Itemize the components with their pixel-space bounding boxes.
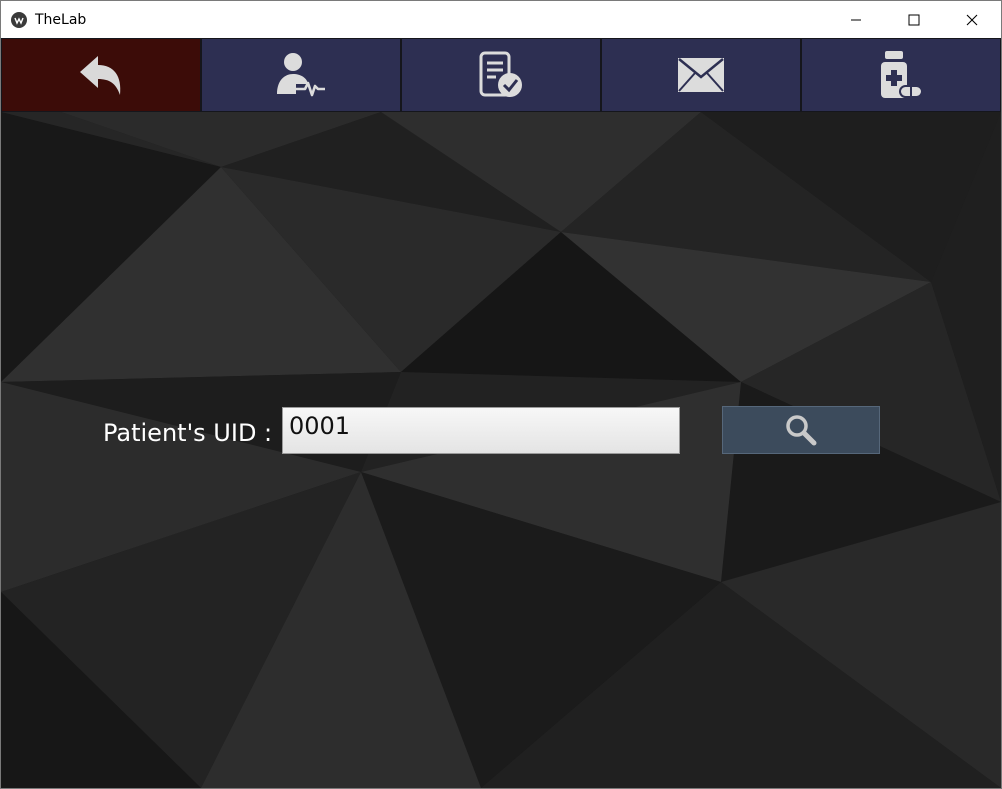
main-toolbar — [1, 38, 1001, 112]
maximize-icon — [908, 14, 920, 25]
title-bar: TheLab — [1, 1, 1001, 38]
medicine-bottle-icon — [881, 51, 923, 98]
medicine-button[interactable] — [802, 39, 1000, 111]
maximize-button[interactable] — [885, 1, 943, 38]
window-title: TheLab — [35, 11, 87, 28]
close-button[interactable] — [943, 1, 1001, 38]
search-button[interactable] — [722, 406, 880, 454]
report-check-icon — [479, 51, 522, 97]
close-icon — [966, 14, 978, 25]
search-icon — [786, 415, 817, 446]
back-button[interactable] — [2, 39, 200, 111]
minimize-button[interactable] — [827, 1, 885, 38]
app-logo-icon — [11, 11, 27, 28]
uid-input[interactable]: 0001 — [282, 407, 680, 454]
reports-button[interactable] — [402, 39, 600, 111]
minimize-icon — [851, 19, 861, 20]
back-arrow-icon — [80, 56, 121, 95]
uid-label: Patient's UID : — [103, 419, 273, 447]
app-window: TheLab Patient's UID: 0001 — [0, 0, 1002, 789]
patient-health-icon — [277, 53, 325, 97]
mail-button[interactable] — [602, 39, 800, 111]
mail-icon — [678, 58, 724, 92]
patient-button[interactable] — [202, 39, 400, 111]
content-area: Patient's UID : 0001 — [1, 112, 1001, 788]
